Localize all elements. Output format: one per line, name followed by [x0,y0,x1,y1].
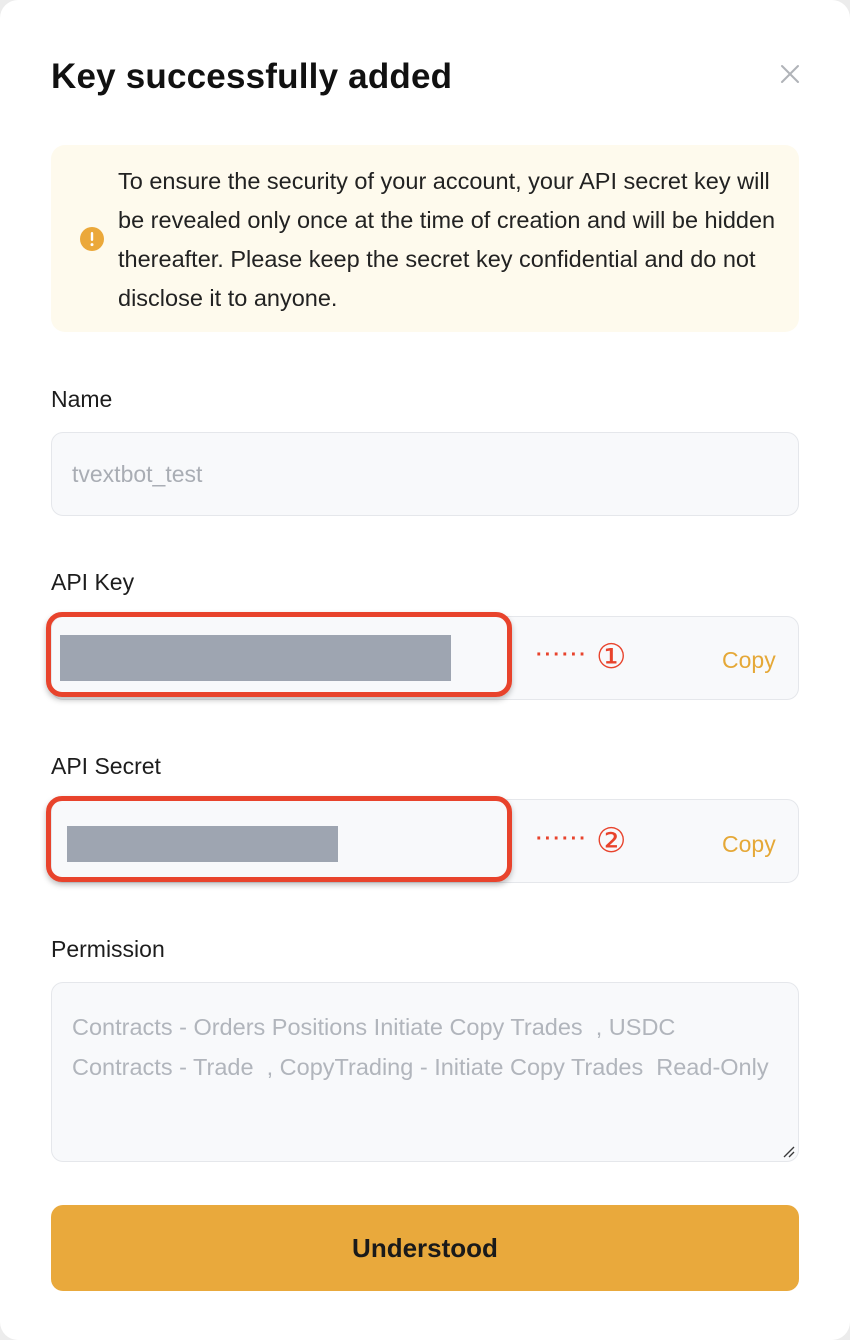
security-notice: To ensure the security of your account, … [51,145,799,332]
close-icon[interactable] [776,60,804,88]
annotation-marker-2: ② [596,821,627,861]
name-field[interactable]: tvextbot_test [51,432,799,516]
warning-circle-icon [80,227,104,251]
copy-api-key-button[interactable]: Copy [722,645,776,675]
understood-button[interactable]: Understood [51,1205,799,1291]
dialog-title: Key successfully added [51,57,453,96]
name-label: Name [51,386,113,412]
api-key-annotation-dots: ······ [536,644,588,666]
copy-api-secret-button[interactable]: Copy [722,829,776,859]
api-secret-annotation-dots: ······ [536,828,588,850]
notice-text: To ensure the security of your account, … [118,168,776,311]
api-key-created-dialog: Key successfully added To ensure the sec… [0,0,850,1340]
annotation-marker-1: ① [596,637,627,677]
api-key-highlight-box [46,612,512,697]
api-key-label: API Key [51,569,135,595]
permission-textarea[interactable]: Contracts - Orders Positions Initiate Co… [51,982,799,1162]
api-secret-label: API Secret [51,753,161,779]
api-secret-highlight-box [46,796,512,882]
permission-value: Contracts - Orders Positions Initiate Co… [72,1014,769,1080]
name-value: tvextbot_test [72,461,203,487]
resize-handle-icon[interactable] [781,1144,795,1158]
permission-label: Permission [51,936,165,962]
